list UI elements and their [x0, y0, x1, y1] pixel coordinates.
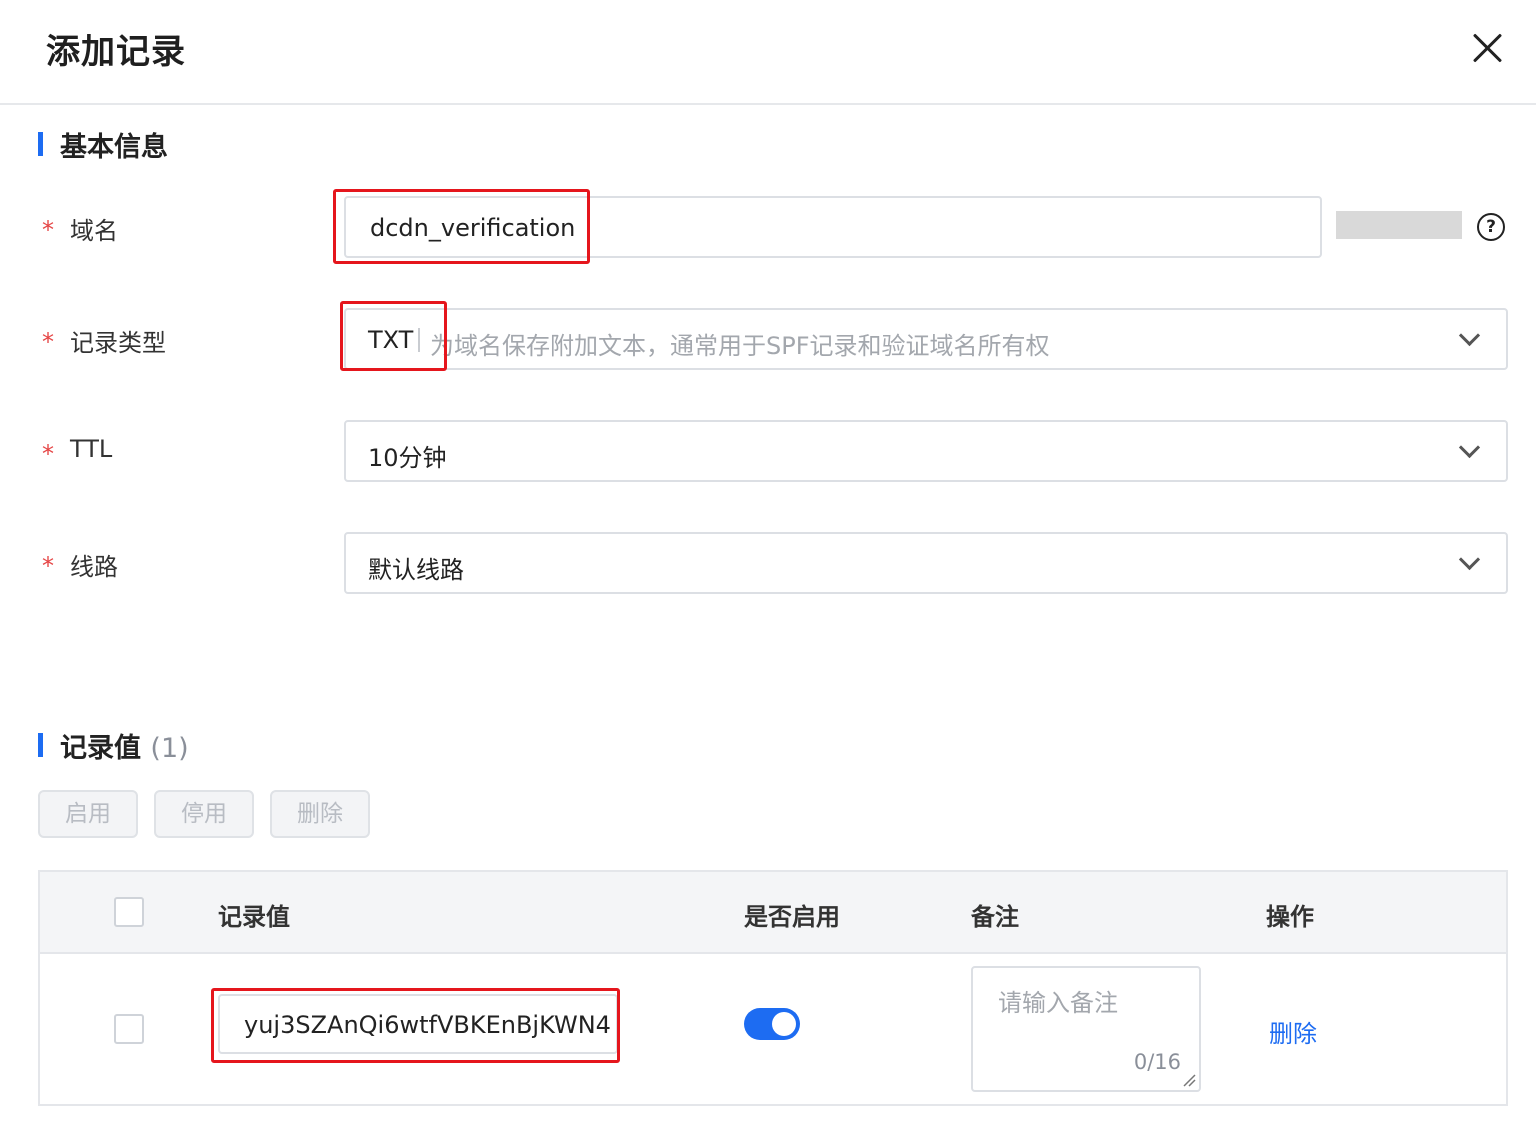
domain-label: 域名 [70, 217, 118, 245]
batch-delete-button[interactable]: 删除 [270, 790, 370, 838]
toggle-knob [772, 1012, 796, 1036]
line-value: 默认线路 [368, 556, 464, 584]
line-select[interactable]: 默认线路 [344, 532, 1508, 594]
highlight-box [340, 301, 447, 371]
remark-textarea[interactable]: 请输入备注 0/16 [971, 966, 1201, 1092]
redacted-domain-suffix [1336, 211, 1462, 239]
enabled-toggle[interactable] [744, 1008, 800, 1040]
required-mark: * [42, 328, 54, 356]
ttl-label: TTL [70, 435, 113, 463]
records-title: 记录值 [60, 733, 141, 764]
records-count: (1) [150, 733, 189, 764]
line-label: 线路 [70, 553, 118, 581]
row-checkbox[interactable] [114, 1014, 144, 1044]
column-header-action: 操作 [1266, 903, 1314, 931]
column-header-remark: 备注 [971, 903, 1019, 931]
dialog-title: 添加记录 [46, 32, 186, 72]
record-type-label: 记录类型 [70, 329, 166, 357]
record-type-hint: 为域名保存附加文本，通常用于SPF记录和验证域名所有权 [430, 332, 1050, 360]
section-title-records: 记录值 (1) [60, 726, 189, 765]
section-title-basic: 基本信息 [60, 132, 168, 163]
section-marker [38, 733, 43, 757]
column-header-enabled: 是否启用 [744, 903, 840, 931]
header-divider [0, 103, 1536, 105]
required-mark: * [42, 216, 54, 244]
remark-counter: 0/16 [1133, 1050, 1181, 1074]
ttl-select[interactable]: 10分钟 [344, 420, 1508, 482]
highlight-box [211, 988, 620, 1063]
column-header-value: 记录值 [218, 903, 290, 931]
resize-handle-icon[interactable] [1182, 1073, 1196, 1087]
disable-button[interactable]: 停用 [154, 790, 254, 838]
select-all-checkbox[interactable] [114, 897, 144, 927]
close-icon[interactable] [1466, 28, 1510, 72]
record-type-select[interactable]: TXT 为域名保存附加文本，通常用于SPF记录和验证域名所有权 [344, 308, 1508, 370]
section-marker [38, 132, 43, 156]
chevron-down-icon [1458, 436, 1481, 459]
remark-placeholder: 请输入备注 [998, 989, 1118, 1017]
chevron-down-icon [1458, 324, 1481, 347]
required-mark: * [42, 440, 54, 468]
enable-button[interactable]: 启用 [38, 790, 138, 838]
row-delete-link[interactable]: 删除 [1269, 1014, 1317, 1049]
ttl-value: 10分钟 [368, 444, 447, 472]
chevron-down-icon [1458, 548, 1481, 571]
highlight-box [333, 189, 590, 264]
required-mark: * [42, 552, 54, 580]
help-icon[interactable]: ? [1477, 213, 1505, 241]
